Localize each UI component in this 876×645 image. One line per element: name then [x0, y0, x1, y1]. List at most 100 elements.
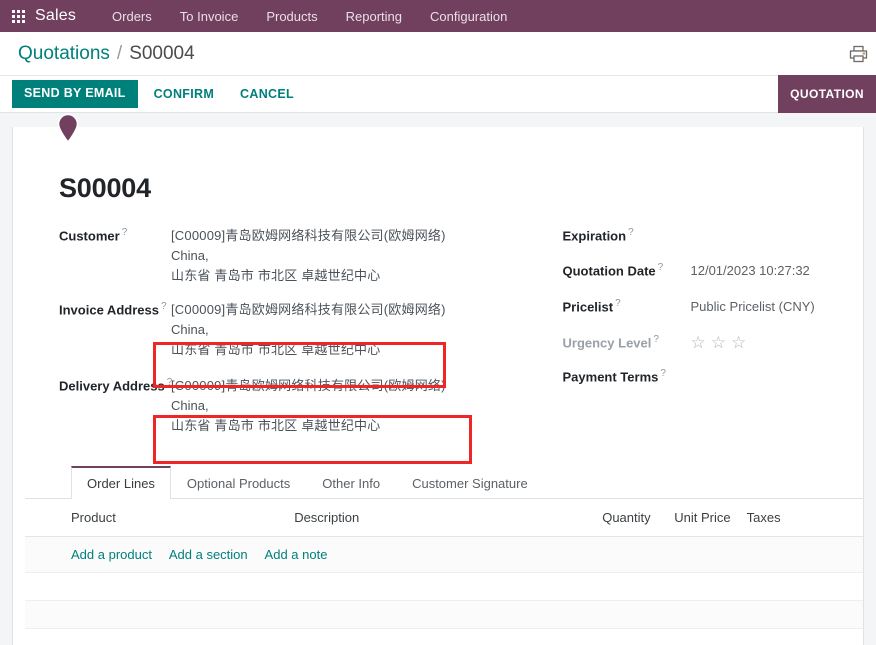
top-navbar: Sales Orders To Invoice Products Reporti… [0, 0, 876, 32]
add-a-note-link[interactable]: Add a note [265, 547, 328, 562]
invoice-address-detail: 山东省 青岛市 市北区 卓越世纪中心 [171, 342, 381, 357]
add-a-product-link[interactable]: Add a product [71, 547, 152, 562]
field-label-payment-terms-text: Payment Terms [562, 369, 659, 385]
order-lines-panel: Product Description Quantity Unit Price … [25, 499, 863, 645]
notebook-tabs: Order Lines Optional Products Other Info… [25, 466, 863, 499]
field-invoice-address: Invoice Address? [C00009]青岛欧姆网络科技有限公司(欧姆… [59, 300, 477, 360]
page-title: S00004 [59, 173, 151, 203]
field-label-urgency-level: Urgency Level? [563, 333, 691, 350]
send-by-email-button[interactable]: SEND BY EMAIL [12, 80, 138, 108]
field-column-left: Customer? [C00009]青岛欧姆网络科技有限公司(欧姆网络) Chi… [59, 226, 477, 450]
field-label-quotation-date: Quotation Date? [563, 261, 691, 278]
confirm-button[interactable]: CONFIRM [144, 81, 224, 107]
cancel-button[interactable]: CANCEL [230, 81, 304, 107]
customer-country: China, [171, 248, 209, 263]
form-view-body: S00004 Customer? [C00009]青岛欧姆网络科技有限公司(欧姆… [0, 113, 876, 645]
field-label-expiration-text: Expiration [562, 228, 627, 244]
delivery-address-name[interactable]: [C00009]青岛欧姆网络科技有限公司(欧姆网络) [171, 376, 446, 396]
nav-item-configuration[interactable]: Configuration [416, 3, 521, 30]
field-expiration: Expiration? [563, 226, 830, 245]
field-grid: Customer? [C00009]青岛欧姆网络科技有限公司(欧姆网络) Chi… [59, 226, 829, 450]
nav-item-reporting[interactable]: Reporting [332, 3, 416, 30]
column-header-description: Description [288, 499, 557, 537]
field-label-invoice-address-text: Invoice Address [59, 302, 159, 318]
table-row [25, 628, 863, 645]
star-icon-1[interactable]: ☆ [691, 334, 706, 351]
tab-other-info[interactable]: Other Info [306, 466, 396, 499]
add-links-row: Add a product Add a section Add a note [25, 536, 863, 573]
breadcrumb-separator: / [116, 42, 123, 64]
status-badge-quotation[interactable]: QUOTATION [778, 75, 876, 113]
breadcrumb: Quotations / S00004 [18, 43, 195, 65]
breadcrumb-link-quotations[interactable]: Quotations [18, 43, 110, 65]
field-label-delivery-address: Delivery Address? [59, 376, 172, 394]
field-label-pricelist: Pricelist? [563, 297, 691, 314]
order-lines-body: Add a product Add a section Add a note [25, 536, 863, 645]
app-brand-sales[interactable]: Sales [35, 7, 76, 25]
field-column-right: Expiration? Quotation Date? 12/01/2023 1… [563, 226, 830, 450]
invoice-address-name[interactable]: [C00009]青岛欧姆网络科技有限公司(欧姆网络) [171, 300, 446, 320]
tab-optional-products[interactable]: Optional Products [171, 466, 306, 499]
field-value-urgency-level: ☆ ☆ ☆ [691, 333, 747, 351]
field-label-invoice-address: Invoice Address? [59, 300, 171, 317]
table-header-row: Product Description Quantity Unit Price … [25, 499, 863, 537]
field-value-customer[interactable]: [C00009]青岛欧姆网络科技有限公司(欧姆网络) China, 山东省 青岛… [171, 226, 446, 286]
customer-name[interactable]: [C00009]青岛欧姆网络科技有限公司(欧姆网络) [171, 226, 446, 246]
customer-address: 山东省 青岛市 市北区 卓越世纪中心 [171, 268, 381, 283]
breadcrumb-bar: Quotations / S00004 [0, 32, 876, 75]
tab-customer-signature[interactable]: Customer Signature [396, 466, 544, 499]
help-icon-payment-terms[interactable]: ? [660, 368, 666, 379]
field-value-pricelist[interactable]: Public Pricelist (CNY) [691, 297, 815, 317]
field-label-urgency-level-text: Urgency Level [562, 335, 652, 351]
help-icon-customer[interactable]: ? [122, 227, 128, 238]
field-payment-terms: Payment Terms? [563, 367, 830, 386]
help-icon-urgency-level[interactable]: ? [653, 334, 659, 345]
order-lines-header: Product Description Quantity Unit Price … [25, 499, 863, 537]
record-sheet: S00004 Customer? [C00009]青岛欧姆网络科技有限公司(欧姆… [12, 127, 864, 645]
order-lines-table: Product Description Quantity Unit Price … [25, 499, 863, 645]
delivery-address-detail: 山东省 青岛市 市北区 卓越世纪中心 [171, 418, 381, 433]
field-value-delivery-address[interactable]: [C00009]青岛欧姆网络科技有限公司(欧姆网络) China, 山东省 青岛… [171, 376, 446, 436]
add-links-cell: Add a product Add a section Add a note [25, 536, 863, 573]
help-icon-invoice-address[interactable]: ? [161, 301, 167, 312]
nav-item-orders[interactable]: Orders [98, 3, 166, 30]
field-label-quotation-date-text: Quotation Date [562, 263, 656, 279]
table-cell-empty [25, 628, 863, 645]
table-row [25, 600, 863, 629]
field-urgency-level: Urgency Level? ☆ ☆ ☆ [563, 333, 830, 351]
field-value-quotation-date[interactable]: 12/01/2023 10:27:32 [691, 261, 810, 281]
table-row [25, 572, 863, 601]
navbar-menu: Orders To Invoice Products Reporting Con… [98, 3, 521, 30]
table-cell-empty [25, 600, 863, 629]
column-header-quantity: Quantity [556, 499, 657, 537]
star-icon-2[interactable]: ☆ [711, 334, 726, 351]
column-header-taxes: Taxes [736, 499, 863, 537]
help-icon-expiration[interactable]: ? [628, 227, 634, 238]
control-panel: SEND BY EMAIL CONFIRM CANCEL QUOTATION [0, 75, 876, 113]
notebook: Order Lines Optional Products Other Info… [25, 466, 863, 645]
field-label-payment-terms: Payment Terms? [563, 367, 691, 384]
star-icon-3[interactable]: ☆ [731, 334, 746, 351]
status-bar: QUOTATION [772, 75, 876, 113]
apps-grid-icon[interactable] [12, 9, 25, 23]
breadcrumb-actions [849, 45, 868, 63]
field-pricelist: Pricelist? Public Pricelist (CNY) [563, 297, 830, 317]
column-header-product: Product [25, 499, 289, 537]
nav-item-products[interactable]: Products [252, 3, 331, 30]
printer-icon[interactable] [849, 45, 868, 63]
tab-order-lines[interactable]: Order Lines [71, 466, 171, 499]
field-delivery-address: Delivery Address? [C00009]青岛欧姆网络科技有限公司(欧… [59, 376, 477, 436]
add-a-section-link[interactable]: Add a section [169, 547, 248, 562]
invoice-address-country: China, [171, 322, 209, 337]
field-label-expiration: Expiration? [563, 226, 691, 243]
field-quotation-date: Quotation Date? 12/01/2023 10:27:32 [563, 261, 830, 281]
nav-item-to-invoice[interactable]: To Invoice [166, 3, 253, 30]
field-label-delivery-address-text: Delivery Address [59, 378, 165, 394]
breadcrumb-current-record: S00004 [129, 42, 195, 64]
field-customer: Customer? [C00009]青岛欧姆网络科技有限公司(欧姆网络) Chi… [59, 226, 477, 286]
delivery-address-country: China, [171, 398, 209, 413]
help-icon-quotation-date[interactable]: ? [658, 262, 664, 273]
help-icon-pricelist[interactable]: ? [615, 298, 621, 309]
field-label-pricelist-text: Pricelist [562, 299, 614, 315]
field-value-invoice-address[interactable]: [C00009]青岛欧姆网络科技有限公司(欧姆网络) China, 山东省 青岛… [171, 300, 446, 360]
